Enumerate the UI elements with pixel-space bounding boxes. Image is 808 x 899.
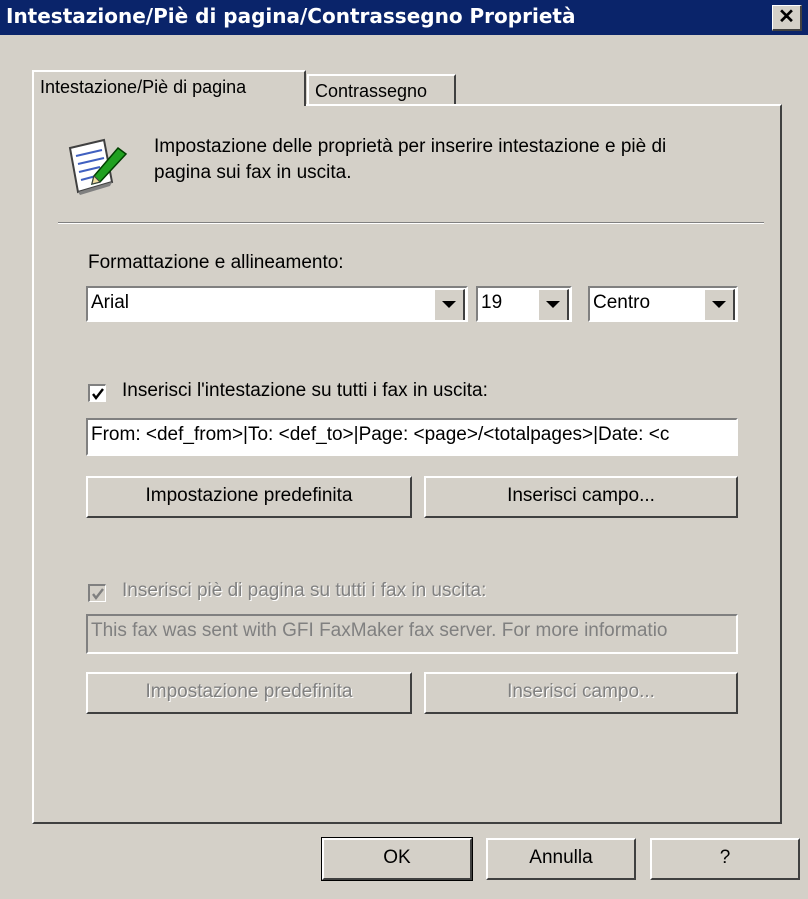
tab-panel [32, 104, 782, 824]
description-line-2: pagina sui fax in uscita. [154, 162, 352, 183]
header-checkbox[interactable] [88, 384, 106, 402]
format-label: Formattazione e allineamento: [88, 252, 344, 273]
footer-default-button[interactable]: Impostazione predefinita [86, 672, 412, 714]
chevron-down-icon[interactable] [538, 289, 569, 320]
description-text: Impostazione delle proprietà per inserir… [154, 134, 754, 186]
chevron-down-icon[interactable] [704, 289, 735, 320]
window-title: Intestazione/Piè di pagina/Contrassegno … [6, 4, 576, 28]
help-button[interactable]: ? [650, 838, 800, 880]
font-select[interactable]: Arial [86, 286, 468, 322]
description-line-1: Impostazione delle proprietà per inserir… [154, 136, 667, 157]
header-insert-field-button[interactable]: Inserisci campo... [424, 476, 738, 518]
close-button[interactable]: ✕ [772, 5, 802, 31]
checkmark-icon [92, 588, 104, 600]
tab-header-footer[interactable]: Intestazione/Piè di pagina [32, 70, 306, 106]
footer-checkbox[interactable] [88, 584, 106, 602]
font-select-value: Arial [91, 292, 130, 313]
ok-button[interactable]: OK [321, 837, 473, 881]
alignment-select-value: Centro [593, 292, 651, 313]
footer-insert-field-button[interactable]: Inserisci campo... [424, 672, 738, 714]
header-default-button[interactable]: Impostazione predefinita [86, 476, 412, 518]
chevron-down-icon[interactable] [434, 289, 465, 320]
document-pencil-icon [64, 138, 128, 196]
alignment-select[interactable]: Centro [588, 286, 738, 322]
header-checkbox-label[interactable]: Inserisci l'intestazione su tutti i fax … [122, 380, 488, 402]
separator [58, 222, 764, 224]
size-select[interactable]: 19 [476, 286, 572, 322]
cancel-button[interactable]: Annulla [486, 838, 636, 880]
tab-mark[interactable]: Contrassegno [307, 74, 456, 106]
checkmark-icon [92, 388, 104, 400]
footer-text-input[interactable]: This fax was sent with GFI FaxMaker fax … [86, 614, 738, 654]
size-select-value: 19 [481, 292, 503, 313]
footer-checkbox-label[interactable]: Inserisci piè di pagina su tutti i fax i… [122, 580, 486, 602]
header-text-input[interactable]: From: <def_from>|To: <def_to>|Page: <pag… [86, 418, 738, 456]
